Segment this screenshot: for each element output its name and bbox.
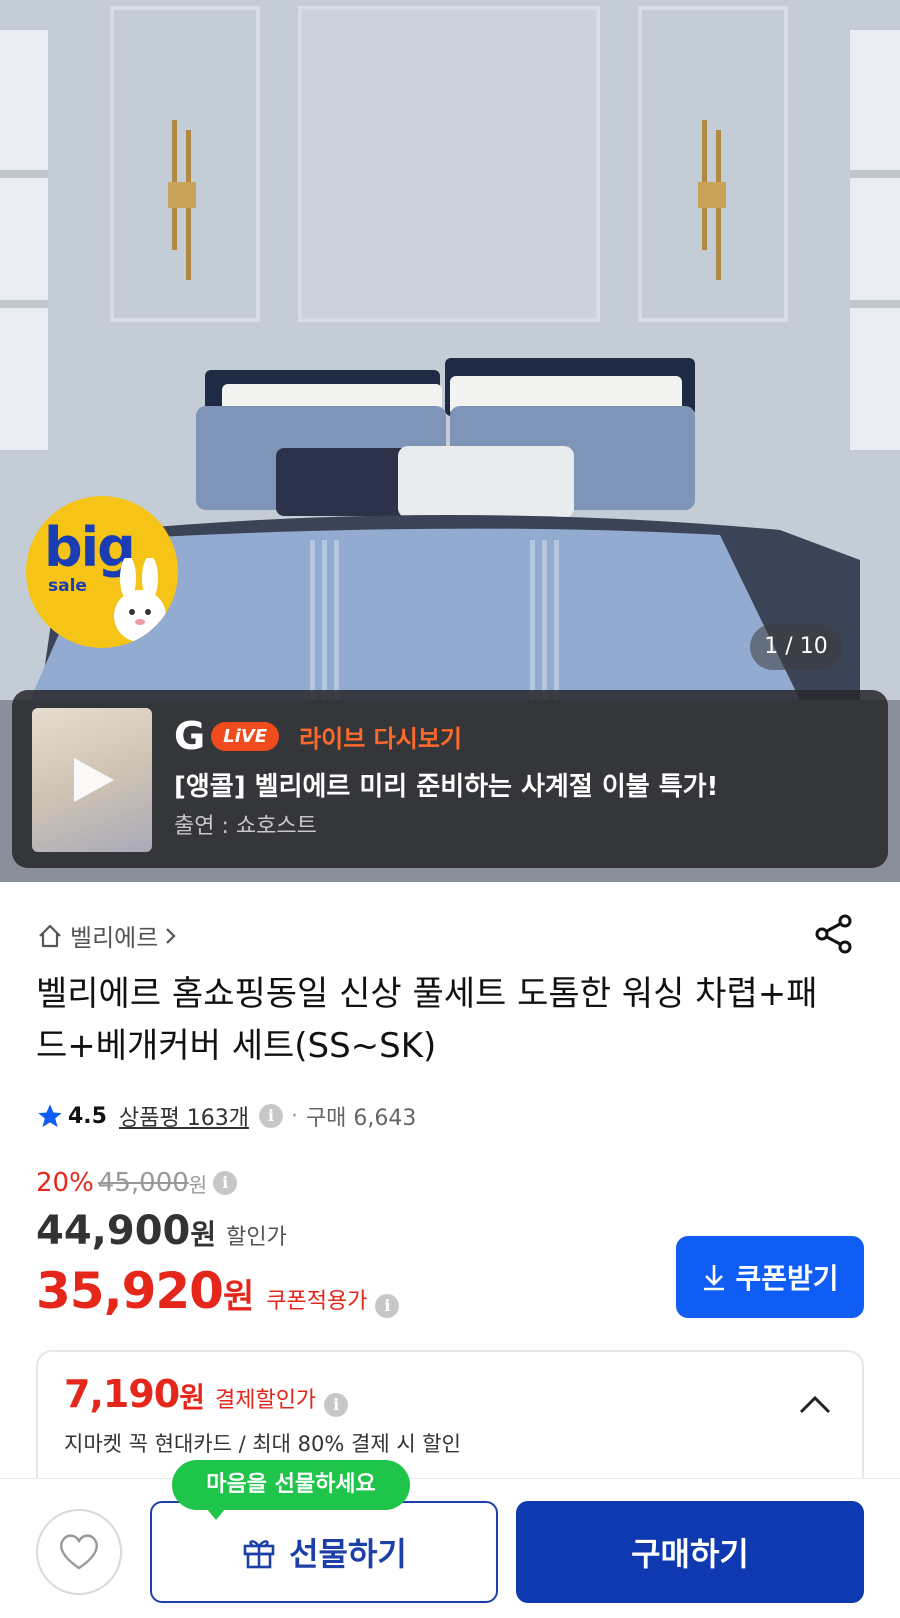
glive-g-letter: G: [174, 714, 206, 758]
rating-row: 4.5 상품평 163개 i · 구매 6,643: [36, 1100, 416, 1132]
payment-discount-label: 결제할인가: [214, 1388, 317, 1413]
big-sale-badge: big sale: [26, 496, 178, 648]
gift-button-label: 선물하기: [289, 1536, 407, 1572]
sale-price-unit: 원: [190, 1218, 217, 1251]
share-icon: [815, 914, 852, 954]
tooltip-tail: [206, 1508, 226, 1520]
info-icon[interactable]: i: [324, 1393, 349, 1417]
live-replay-label: 라이브 다시보기: [299, 724, 462, 753]
purchase-count: 구매 6,643: [305, 1106, 417, 1131]
sale-price-row: 44,900 원 할인가: [36, 1208, 287, 1254]
coupon-price-label: 쿠폰적용가: [266, 1289, 368, 1314]
sale-price-label: 할인가: [226, 1225, 287, 1250]
brand-link[interactable]: 벨리에르: [36, 918, 178, 953]
home-icon: [39, 924, 61, 947]
reviews-link[interactable]: 상품평 163개: [119, 1100, 249, 1132]
info-icon[interactable]: i: [213, 1171, 238, 1195]
info-icon[interactable]: i: [258, 1104, 283, 1128]
original-price-unit: 원: [188, 1172, 208, 1197]
download-icon: [704, 1265, 725, 1291]
bunny-icon: [114, 558, 166, 642]
coupon-price-unit: 원: [222, 1277, 255, 1317]
bottom-action-bar: 선물하기 구매하기: [0, 1478, 900, 1618]
discount-row: 20% 45,000 원 i: [36, 1168, 238, 1198]
gift-tooltip-text: 마음을 선물하세요: [206, 1472, 376, 1497]
original-price: 45,000: [97, 1168, 189, 1198]
badge-sale-text: sale: [48, 576, 87, 596]
gift-button[interactable]: 선물하기: [150, 1501, 498, 1603]
live-title: [앵콜] 벨리에르 미리 준비하는 사계절 이불 특가!: [174, 772, 719, 802]
glive-logo: G LiVE 라이브 다시보기: [174, 716, 462, 756]
separator-dot: ·: [290, 1103, 298, 1129]
product-image-carousel[interactable]: big sale 1 / 10 G LiVE 라이브 다시보기 [앵콜] 벨리에…: [0, 0, 900, 882]
star-icon: [38, 1104, 62, 1128]
coupon-price-row: 35,920 원 쿠폰적용가 i: [36, 1262, 400, 1320]
wishlist-button[interactable]: [36, 1509, 122, 1595]
gift-icon: [243, 1540, 275, 1569]
gift-tooltip: 마음을 선물하세요: [172, 1460, 410, 1520]
live-replay-card[interactable]: G LiVE 라이브 다시보기 [앵콜] 벨리에르 미리 준비하는 사계절 이불…: [12, 690, 888, 868]
rating-score: 4.5: [68, 1103, 107, 1129]
live-host: 출연 : 쇼호스트: [174, 814, 317, 839]
glive-live-pill: LiVE: [211, 721, 280, 751]
discount-percent: 20%: [36, 1168, 94, 1198]
get-coupon-button[interactable]: 쿠폰받기: [676, 1236, 864, 1318]
payment-discount-unit: 원: [179, 1381, 205, 1414]
buy-button[interactable]: 구매하기: [516, 1501, 864, 1603]
chevron-up-icon[interactable]: [798, 1394, 832, 1416]
sale-price: 44,900: [36, 1208, 191, 1254]
live-thumbnail[interactable]: [32, 708, 152, 852]
image-counter: 1 / 10: [750, 624, 842, 670]
coupon-price: 35,920: [36, 1262, 224, 1320]
buy-button-label: 구매하기: [631, 1536, 749, 1572]
payment-discount-amount-row: 7,190 원 결제할인가 i: [64, 1372, 349, 1417]
product-title: 벨리에르 홈쇼핑동일 신상 풀세트 도톰한 워싱 차렵+패드+베개커버 세트(S…: [36, 974, 818, 1066]
heart-icon: [60, 1534, 98, 1570]
brand-name: 벨리에르: [70, 924, 159, 952]
get-coupon-label: 쿠폰받기: [735, 1263, 839, 1294]
chevron-right-icon: [166, 927, 176, 944]
payment-discount-description: 지마켓 꼭 현대카드 / 최대 80% 결제 시 할인: [64, 1432, 461, 1456]
share-button[interactable]: [812, 912, 856, 960]
play-icon: [74, 758, 114, 802]
info-icon[interactable]: i: [375, 1294, 400, 1318]
payment-discount-price: 7,190: [64, 1372, 180, 1416]
